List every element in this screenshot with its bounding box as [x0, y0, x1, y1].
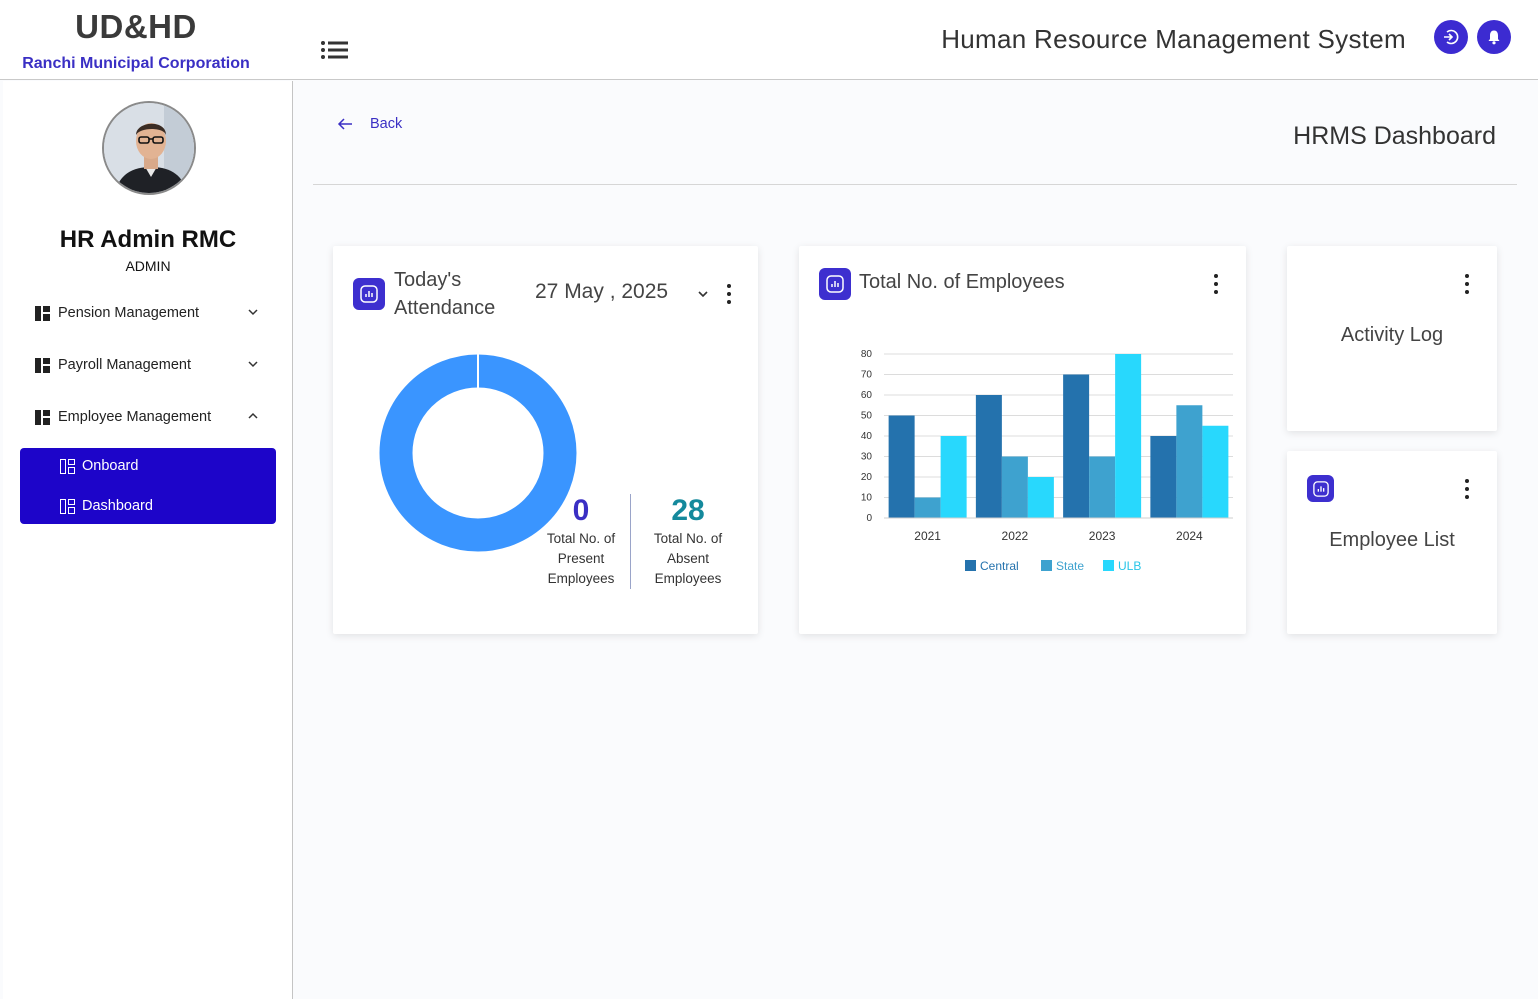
sidebar-subitem-label: Onboard	[82, 458, 139, 474]
list-icon[interactable]	[320, 40, 350, 64]
top-header: UD&HD Ranchi Municipal Corporation Human…	[0, 0, 1538, 80]
chevron-up-icon	[248, 412, 258, 419]
sidebar-subitem-dashboard[interactable]: Dashboard	[60, 491, 153, 521]
activity-log-card[interactable]: Activity Log	[1287, 246, 1497, 431]
y-tick-label: 50	[861, 411, 873, 422]
employees-bar-chart: 0 10 20 30 40 50 60 70 80 2021 2022 2023 2024 Central…	[861, 349, 1233, 573]
attendance-card: Today's Attendance 27 May , 2025 0 Total…	[333, 246, 758, 634]
logout-button[interactable]	[1434, 20, 1468, 54]
brand-subtitle: Ranchi Municipal Corporation	[22, 55, 250, 72]
attendance-date: 27 May , 2025	[535, 280, 669, 303]
system-title: Human Resource Management System	[941, 24, 1406, 54]
bar-ulb-2022	[1027, 477, 1054, 518]
sidebar-item-label: Pension Management	[58, 305, 200, 321]
chevron-down-icon	[248, 309, 258, 316]
present-label: Total No. of Present Employees	[546, 531, 616, 586]
back-label: Back	[370, 116, 403, 132]
sidebar-item-pension-management[interactable]: Pension Management	[23, 293, 273, 333]
sidebar-item-label: Payroll Management	[58, 357, 191, 373]
legend-label[interactable]: Central	[980, 559, 1019, 573]
bar-state-2021	[914, 497, 941, 518]
arrow-left-icon	[337, 118, 352, 130]
bar-ulb-2023	[1115, 354, 1142, 518]
x-tick-label: 2021	[914, 529, 941, 543]
legend-label[interactable]: ULB	[1118, 559, 1141, 573]
bar-central-2021	[888, 415, 915, 518]
dashboard-outline-icon	[60, 458, 75, 474]
analytics-icon	[353, 278, 385, 310]
analytics-icon	[1307, 475, 1334, 502]
y-tick-label: 30	[861, 452, 873, 463]
page-title: HRMS Dashboard	[1293, 122, 1496, 150]
dashboard-icon	[35, 357, 50, 373]
sidebar-subitem-onboard[interactable]: Onboard	[60, 451, 138, 481]
notifications-button[interactable]	[1477, 20, 1511, 54]
bar-central-2022	[975, 395, 1002, 518]
y-tick-label: 10	[861, 493, 873, 504]
chevron-down-icon	[248, 361, 258, 368]
dashboard-outline-icon	[60, 498, 75, 514]
legend-swatch	[1103, 560, 1114, 571]
brand-title: UD&HD	[75, 8, 197, 45]
absent-label: Total No. of Absent Employees	[653, 531, 723, 586]
stat-divider	[630, 494, 631, 589]
legend-swatch	[965, 560, 976, 571]
y-tick-label: 20	[861, 472, 873, 483]
bell-icon	[1488, 30, 1500, 45]
back-button[interactable]: Back	[336, 116, 402, 132]
total-employees-card: Total No. of Employees 0 10 20 30 40 50 60 70 80…	[799, 246, 1246, 634]
sidebar-item-employee-management[interactable]: Employee Management	[23, 397, 273, 437]
donut-slice-absent	[379, 354, 577, 552]
logout-icon	[1444, 29, 1459, 45]
user-name: HR Admin RMC	[59, 226, 237, 253]
bar-central-2024	[1150, 436, 1177, 518]
activity-log-menu-button[interactable]	[1462, 272, 1472, 296]
y-tick-label: 40	[861, 431, 873, 442]
attendance-menu-button[interactable]	[724, 282, 734, 306]
attendance-title: Today's Attendance	[394, 269, 496, 319]
sidebar: HR Admin RMC ADMIN Pension Management Pa…	[3, 81, 293, 999]
y-tick-label: 70	[861, 370, 873, 381]
y-tick-label: 60	[861, 390, 873, 401]
bar-state-2024	[1176, 405, 1203, 518]
x-tick-label: 2024	[1176, 529, 1203, 543]
employee-list-title: Employee List	[1329, 529, 1455, 551]
dashboard-icon	[35, 305, 50, 321]
sidebar-item-label: Employee Management	[58, 409, 212, 425]
y-tick-label: 0	[866, 513, 872, 524]
sidebar-subitem-label: Dashboard	[82, 498, 153, 514]
bar-state-2023	[1089, 456, 1116, 518]
analytics-icon	[819, 268, 851, 300]
x-tick-label: 2022	[1002, 529, 1029, 543]
employee-list-card[interactable]: Employee List	[1287, 451, 1497, 634]
dashboard-icon	[35, 409, 50, 425]
x-tick-label: 2023	[1089, 529, 1116, 543]
chevron-down-icon[interactable]	[696, 287, 710, 301]
employees-menu-button[interactable]	[1211, 272, 1221, 296]
bar-ulb-2024	[1202, 425, 1229, 518]
absent-count: 28	[671, 494, 705, 527]
legend-label[interactable]: State	[1056, 559, 1084, 573]
employee-list-menu-button[interactable]	[1462, 477, 1472, 501]
header-divider	[313, 184, 1517, 185]
y-tick-label: 80	[861, 349, 873, 360]
avatar	[102, 101, 196, 195]
bar-ulb-2021	[940, 436, 967, 518]
sidebar-item-payroll-management[interactable]: Payroll Management	[23, 345, 273, 385]
user-role: ADMIN	[125, 258, 171, 274]
employee-management-submenu: Onboard Dashboard	[20, 448, 276, 524]
total-employees-title: Total No. of Employees	[859, 271, 1065, 293]
bar-state-2022	[1001, 456, 1028, 518]
bar-central-2023	[1063, 374, 1090, 518]
legend-swatch	[1041, 560, 1052, 571]
activity-log-title: Activity Log	[1340, 324, 1444, 346]
present-count: 0	[572, 494, 590, 527]
